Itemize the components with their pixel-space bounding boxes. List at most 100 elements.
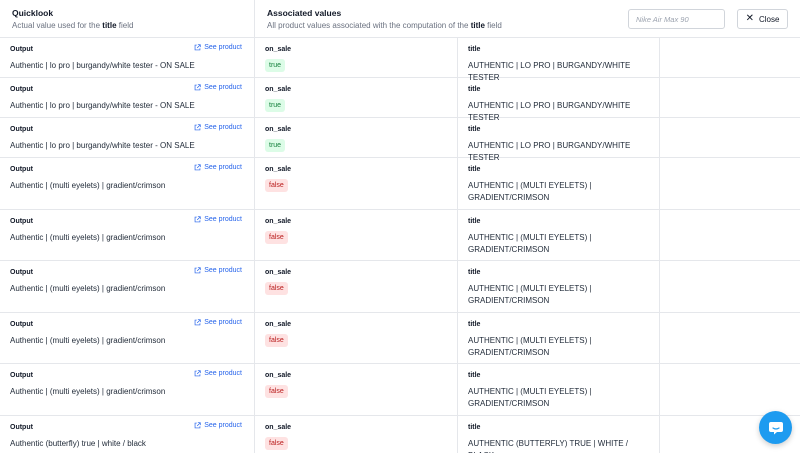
output-cell: Output See product Authentic | lo pro | bu…	[0, 38, 254, 77]
on-sale-cell: on_salefalse	[254, 158, 457, 209]
title-cell: title AUTHENTIC | (MULTI EYELETS) | GRADI…	[457, 261, 660, 312]
on-sale-badge: true	[265, 139, 286, 152]
output-value: Authentic | (multi eyelets) | gradient/c…	[10, 181, 166, 190]
search-input[interactable]	[628, 9, 725, 29]
table-row: Output See product Authentic | (multi eyel…	[0, 364, 800, 416]
associated-values-title: Associated values	[267, 8, 342, 18]
title-label: title	[468, 46, 481, 53]
see-product-link[interactable]: See product	[194, 319, 242, 326]
table-row: Output See product Authentic | lo pro | bu…	[0, 38, 800, 82]
see-product-label: See product	[204, 44, 242, 51]
external-link-icon	[194, 318, 201, 325]
see-product-label: See product	[204, 421, 242, 429]
on-sale-label: on_sale	[265, 269, 292, 276]
quicklook-subtitle: Actual value used for the title field	[12, 21, 134, 30]
output-value: Authentic | lo pro | burgandy/white test…	[10, 101, 195, 110]
title-label: title	[468, 126, 481, 133]
on-sale-label: on_sale	[265, 320, 292, 328]
see-product-link[interactable]: See product	[194, 84, 242, 91]
close-button[interactable]: ✕ Close	[737, 9, 788, 29]
on-sale-badge: false	[265, 230, 288, 244]
see-product-label: See product	[204, 370, 242, 377]
title-label: title	[468, 217, 481, 225]
on-sale-cell: on_salefalse	[254, 312, 457, 363]
close-button-label: Close	[758, 14, 780, 24]
external-link-icon	[194, 44, 201, 51]
on-sale-label: on_sale	[265, 166, 292, 173]
see-product-link[interactable]: See product	[194, 216, 242, 223]
on-sale-cell: on_salefalse	[254, 209, 457, 260]
see-product-link[interactable]: See product	[194, 124, 242, 131]
title-label: title	[468, 320, 481, 328]
on-sale-badge: true	[265, 99, 286, 112]
table-row: Output See product Authentic | lo pro | bu…	[0, 118, 800, 162]
output-cell: Output See product Authentic | lo pro | bu…	[0, 78, 254, 117]
on-sale-label: on_sale	[265, 46, 292, 53]
on-sale-badge: false	[265, 333, 288, 347]
on-sale-cell: on_sale true	[254, 38, 457, 77]
on-sale-label: on_sale	[265, 217, 292, 225]
output-value: Authentic | lo pro | burgandy/white test…	[10, 141, 195, 150]
see-product-label: See product	[204, 267, 242, 274]
on-sale-cell: on_salefalse	[254, 415, 457, 453]
title-cell: title AUTHENTIC | (MULTI EYELETS) | GRADI…	[457, 364, 660, 415]
output-cell: Output See product Authentic | (multi eyel…	[0, 313, 254, 364]
see-product-label: See product	[204, 84, 242, 91]
associated-values-subtitle: All product values associated with the c…	[267, 21, 502, 30]
title-label: title	[468, 86, 481, 93]
output-cell: Output See product Authentic | (multi eyel…	[0, 158, 254, 209]
table-row: Output See product Authentic | (multi eyel…	[0, 312, 800, 364]
associated-values-header: Associated values All product values ass…	[254, 0, 614, 38]
see-product-link[interactable]: See product	[194, 267, 242, 274]
on-sale-cell: on_salefalse	[254, 261, 457, 312]
external-link-icon	[194, 164, 201, 171]
title-cell: title AUTHENTIC | (MULTI EYELETS) | GRADI…	[457, 158, 660, 209]
on-sale-badge: false	[265, 282, 288, 295]
close-icon: ✕	[745, 13, 754, 24]
output-value: Authentic | (multi eyelets) | gradient/c…	[10, 335, 166, 345]
title-value: AUTHENTIC (BUTTERFLY) TRUE | WHITE / BLA…	[468, 438, 629, 453]
table-row: Output See product Authentic | lo pro | bu…	[0, 78, 800, 122]
title-value: AUTHENTIC | (MULTI EYELETS) | GRADIENT/C…	[468, 387, 592, 408]
chat-button[interactable]	[759, 411, 792, 444]
external-link-icon	[194, 84, 201, 91]
external-link-icon	[194, 370, 201, 377]
see-product-label: See product	[204, 124, 242, 131]
see-product-label: See product	[204, 164, 242, 171]
see-product-link[interactable]: See product	[194, 422, 242, 429]
output-value: Authentic (butterfly) true | white / bla…	[10, 438, 146, 448]
see-product-link[interactable]: See product	[194, 164, 242, 171]
table-row: Output See product Authentic | (multi eyel…	[0, 158, 800, 210]
output-value: Authentic | (multi eyelets) | gradient/c…	[10, 232, 166, 242]
results-list: Output See product Authentic | lo pro | bu…	[0, 38, 800, 453]
on-sale-label: on_sale	[265, 86, 292, 93]
output-cell: Output See product Authentic | lo pro | bu…	[0, 118, 254, 157]
see-product-link[interactable]: See product	[194, 370, 242, 377]
output-value: Authentic | (multi eyelets) | gradient/c…	[10, 387, 166, 396]
quicklook-title: Quicklook	[12, 8, 54, 18]
title-value: AUTHENTIC | (MULTI EYELETS) | GRADIENT/C…	[468, 181, 592, 202]
external-link-icon	[194, 215, 201, 222]
title-cell: title AUTHENTIC (BUTTERFLY) TRUE | WHITE …	[457, 415, 660, 453]
title-label: title	[468, 269, 481, 276]
modal-header: Quicklook Actual value used for the titl…	[0, 0, 800, 38]
table-row: Output See product Authentic (butterfly) t…	[0, 415, 800, 453]
table-row: Output See product Authentic | (multi eyel…	[0, 261, 800, 313]
title-value: AUTHENTIC | (MULTI EYELETS) | GRADIENT/C…	[468, 284, 592, 305]
on-sale-badge: false	[265, 436, 288, 450]
on-sale-label: on_sale	[265, 126, 292, 133]
external-link-icon	[194, 124, 201, 131]
title-cell: title AUTHENTIC | (MULTI EYELETS) | GRADI…	[457, 312, 660, 363]
on-sale-label: on_sale	[265, 423, 292, 431]
on-sale-badge: false	[265, 179, 288, 192]
title-label: title	[468, 372, 481, 379]
table-row: Output See product Authentic | (multi eyel…	[0, 209, 800, 261]
see-product-link[interactable]: See product	[194, 44, 242, 51]
title-cell: title AUTHENTIC | LO PRO | BURGANDY/WHITE…	[457, 78, 660, 122]
quicklook-header: Quicklook Actual value used for the titl…	[0, 0, 254, 38]
title-label: title	[468, 166, 481, 173]
title-value: AUTHENTIC | (MULTI EYELETS) | GRADIENT/C…	[468, 232, 592, 254]
output-cell: Output See product Authentic | (multi eyel…	[0, 261, 254, 312]
on-sale-badge: false	[265, 385, 288, 398]
title-value: AUTHENTIC | (MULTI EYELETS) | GRADIENT/C…	[468, 335, 592, 357]
